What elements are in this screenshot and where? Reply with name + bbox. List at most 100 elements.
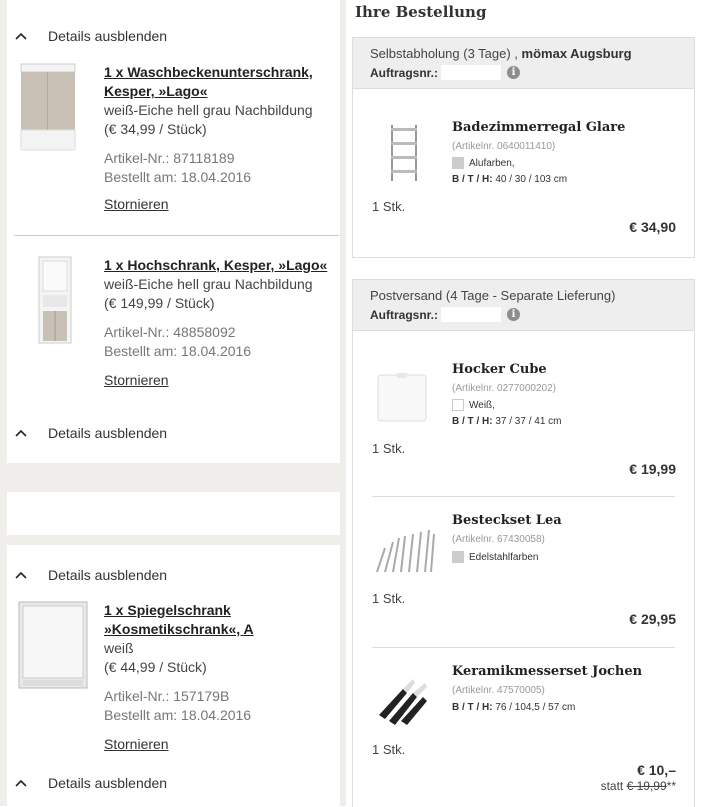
details-toggle-label: Details ausblenden [48, 775, 168, 791]
chevron-up-icon [15, 779, 27, 787]
product-title-line[interactable]: 1 x Waschbeckenunterschrank, [104, 63, 329, 82]
order-card: Details ausblenden 1 x Spiegelschrank »K… [7, 545, 340, 806]
product-variant: weiß-Eiche hell grau Nachbildung [104, 276, 313, 292]
product-info: 1 x Waschbeckenunterschrank, Kesper, »La… [104, 63, 329, 214]
product-info: 1 x Spiegelschrank »Kosmetikschrank«, A … [104, 601, 329, 754]
order-number-value [441, 307, 502, 322]
item-color: Alufarben, [452, 157, 515, 169]
item-price: € 10,– [637, 762, 676, 778]
details-toggle[interactable]: Details ausblenden [15, 567, 167, 583]
article-number: Artikel-Nr.: 157179B [104, 688, 230, 704]
article-number: Artikel-Nr.: 48858092 [104, 324, 236, 340]
order-number-label: Auftragsnr.: [370, 307, 439, 322]
product-variant: weiß-Eiche hell grau Nachbildung [104, 102, 313, 118]
details-toggle[interactable]: Details ausblenden [15, 28, 167, 44]
item-dimensions-value: 76 / 104,5 / 57 cm [492, 702, 576, 713]
product-unit-price: (€ 44,99 / Stück) [104, 659, 207, 675]
order-item: Besteckset Lea (Artikelnr. 67430058) Ede… [353, 496, 694, 647]
item-quantity: 1 Stk. [372, 199, 406, 214]
order-item: Badezimmerregal Glare (Artikelnr. 064001… [353, 90, 694, 256]
details-toggle[interactable]: Details ausblenden [15, 775, 167, 791]
item-dimensions-value: 37 / 37 / 41 cm [492, 416, 562, 427]
item-article-number: (Artikelnr. 47570005) [452, 685, 545, 696]
item-price: € 19,99 [629, 461, 676, 477]
info-icon[interactable]: i [507, 308, 521, 321]
cancel-link[interactable]: Stornieren [104, 371, 329, 390]
item-price: € 34,90 [629, 219, 676, 235]
color-swatch [452, 399, 464, 411]
product-info: 1 x Hochschrank, Kesper, »Lago« weiß-Eic… [104, 256, 329, 390]
order-details-panel: Details ausblenden 1 x Waschbeckenunters… [0, 0, 346, 806]
old-price-value: € 19,99 [626, 779, 667, 793]
delivery-group: Postversand (4 Tage - Separate Lieferung… [352, 279, 695, 807]
item-article-number: (Artikelnr. 67430058) [452, 534, 545, 545]
item-color-label: Weiß, [469, 399, 495, 411]
item-dimensions-label: B / T / H: [452, 702, 493, 713]
details-toggle-label: Details ausblenden [48, 425, 168, 441]
item-color-label: Edelstahlfarben [469, 551, 539, 563]
product-title-line[interactable]: 1 x Spiegelschrank [104, 601, 329, 620]
item-dimensions: B / T / H: 76 / 104,5 / 57 cm [452, 702, 575, 713]
item-dimensions: B / T / H: 40 / 30 / 103 cm [452, 174, 567, 185]
item-dimensions-label: B / T / H: [452, 174, 493, 185]
delivery-group-header: Selbstabholung (3 Tage) , mömax Augsburg… [353, 38, 694, 89]
color-swatch [452, 551, 464, 563]
item-name[interactable]: Badezimmerregal Glare [452, 120, 625, 135]
product-title-line[interactable]: »Kosmetikschrank«, A [104, 620, 329, 639]
details-toggle-label: Details ausblenden [48, 28, 168, 44]
item-article-number: (Artikelnr. 0277000202) [452, 383, 556, 394]
item-dimensions-label: B / T / H: [452, 416, 493, 427]
item-color: Weiß, [452, 399, 495, 411]
details-toggle[interactable]: Details ausblenden [15, 425, 167, 441]
product-image-shelf [391, 125, 417, 181]
chevron-up-icon [15, 571, 27, 579]
product-unit-price: (€ 149,99 / Stück) [104, 295, 215, 311]
item-name[interactable]: Besteckset Lea [452, 513, 562, 528]
delivery-method: Selbstabholung (3 Tage) , [370, 46, 522, 61]
old-price-prefix: statt [600, 779, 627, 793]
order-summary-title: Ihre Bestellung [355, 3, 487, 21]
delivery-method: Postversand (4 Tage - Separate Lieferung… [370, 288, 616, 303]
item-dimensions-value: 40 / 30 / 103 cm [492, 174, 568, 185]
order-date: Bestellt am: 18.04.2016 [104, 707, 252, 723]
item-name[interactable]: Keramikmesserset Jochen [452, 664, 642, 679]
order-item: Hocker Cube (Artikelnr. 0277000202) Weiß… [353, 332, 694, 496]
chevron-up-icon [15, 429, 27, 437]
item-article-number: (Artikelnr. 0640011410) [452, 141, 556, 152]
order-number-label: Auftragsnr.: [370, 65, 439, 80]
old-price-suffix: ** [666, 779, 676, 793]
cancel-link[interactable]: Stornieren [104, 735, 329, 754]
info-icon[interactable]: i [507, 66, 521, 79]
order-number-value [441, 65, 502, 80]
product-title-line[interactable]: 1 x Hochschrank, Kesper, »Lago« [104, 256, 329, 275]
details-toggle-label: Details ausblenden [48, 567, 168, 583]
delivery-group-header: Postversand (4 Tage - Separate Lieferung… [353, 280, 694, 331]
order-card: Details ausblenden 1 x Waschbeckenunters… [7, 0, 340, 463]
product-variant: weiß [104, 640, 134, 656]
product-unit-price: (€ 34,99 / Stück) [104, 121, 207, 137]
pickup-store: mömax Augsburg [521, 46, 632, 61]
item-color-label: Alufarben, [469, 157, 515, 169]
item-old-price: statt € 19,99** [601, 779, 676, 793]
article-number: Artikel-Nr.: 87118189 [104, 150, 235, 166]
order-date: Bestellt am: 18.04.2016 [104, 169, 252, 185]
item-price: € 29,95 [629, 611, 676, 627]
item-quantity: 1 Stk. [372, 742, 406, 757]
item-quantity: 1 Stk. [372, 591, 406, 606]
product-image-washbasin-cabinet [20, 63, 76, 151]
order-item: Keramikmesserset Jochen (Artikelnr. 4757… [353, 647, 694, 807]
item-color: Edelstahlfarben [452, 551, 539, 563]
product-image-knife-set [379, 679, 427, 725]
chevron-up-icon [15, 32, 27, 40]
color-swatch [452, 157, 464, 169]
product-image-stool [377, 373, 427, 422]
order-date: Bestellt am: 18.04.2016 [104, 343, 252, 359]
item-dimensions: B / T / H: 37 / 37 / 41 cm [452, 416, 562, 427]
item-name[interactable]: Hocker Cube [452, 362, 547, 377]
item-quantity: 1 Stk. [372, 441, 406, 456]
product-title-line[interactable]: Kesper, »Lago« [104, 82, 329, 101]
cancel-link[interactable]: Stornieren [104, 195, 329, 214]
product-image-cutlery [376, 529, 435, 573]
delivery-group: Selbstabholung (3 Tage) , mömax Augsburg… [352, 37, 695, 258]
product-image-tall-cabinet [38, 256, 72, 344]
